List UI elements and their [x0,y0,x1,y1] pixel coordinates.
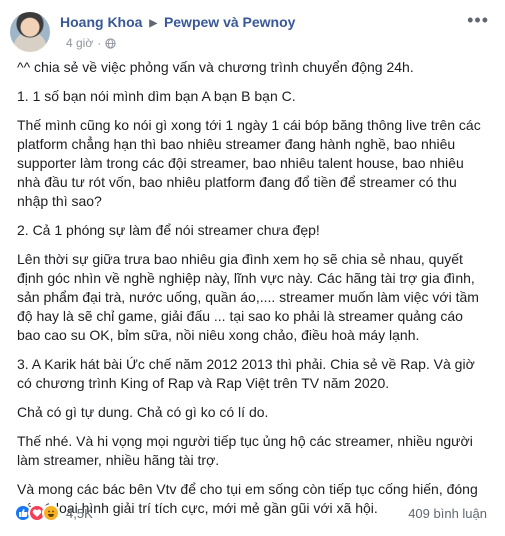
post-paragraph: 1. 1 số bạn nói mình dìm bạn A bạn B bạn… [17,88,296,104]
reactions-count: 4,5K [66,505,93,521]
caret-right-icon: ▶ [149,18,158,29]
post-body: ^^ chia sẻ về việc phỏng vấn và chương t… [17,58,487,528]
post-paragraph: Thế mình cũng ko nói gì xong tới 1 ngày … [17,117,481,209]
post-paragraph: Thế nhé. Và hi vọng mọi người tiếp tục ủ… [17,433,473,468]
haha-icon [42,504,60,522]
globe-icon [105,37,116,49]
post-paragraph: Lên thời sự giữa trưa bao nhiêu gia đình… [17,251,479,343]
post-paragraph: 2. Cả 1 phóng sự làm để nói streamer chư… [17,222,320,238]
avatar[interactable] [10,12,50,52]
post-meta: 4 giờ · [66,36,116,50]
separator-dot: · [97,36,102,50]
post-paragraph: 3. A Karik hát bài Ức chế năm 2012 2013 … [17,356,475,391]
reactions-summary[interactable]: 4,5K [14,504,93,522]
post-header: Hoang Khoa ▶ Pewpew và Pewnoy 4 giờ · ••… [10,10,495,54]
author-name[interactable]: Hoang Khoa [60,14,142,30]
more-icon[interactable]: ••• [467,10,489,31]
facebook-post: Hoang Khoa ▶ Pewpew và Pewnoy 4 giờ · ••… [0,0,505,536]
post-time[interactable]: 4 giờ [66,36,93,50]
post-footer: 4,5K 409 bình luận [10,500,495,528]
post-paragraph: Chả có gì tự dung. Chả có gì ko có lí do… [17,404,269,420]
post-paragraph: ^^ chia sẻ về việc phỏng vấn và chương t… [17,59,414,75]
post-title: Hoang Khoa ▶ Pewpew và Pewnoy [60,14,295,30]
group-name[interactable]: Pewpew và Pewnoy [164,14,296,30]
comments-count[interactable]: 409 bình luận [408,506,487,521]
